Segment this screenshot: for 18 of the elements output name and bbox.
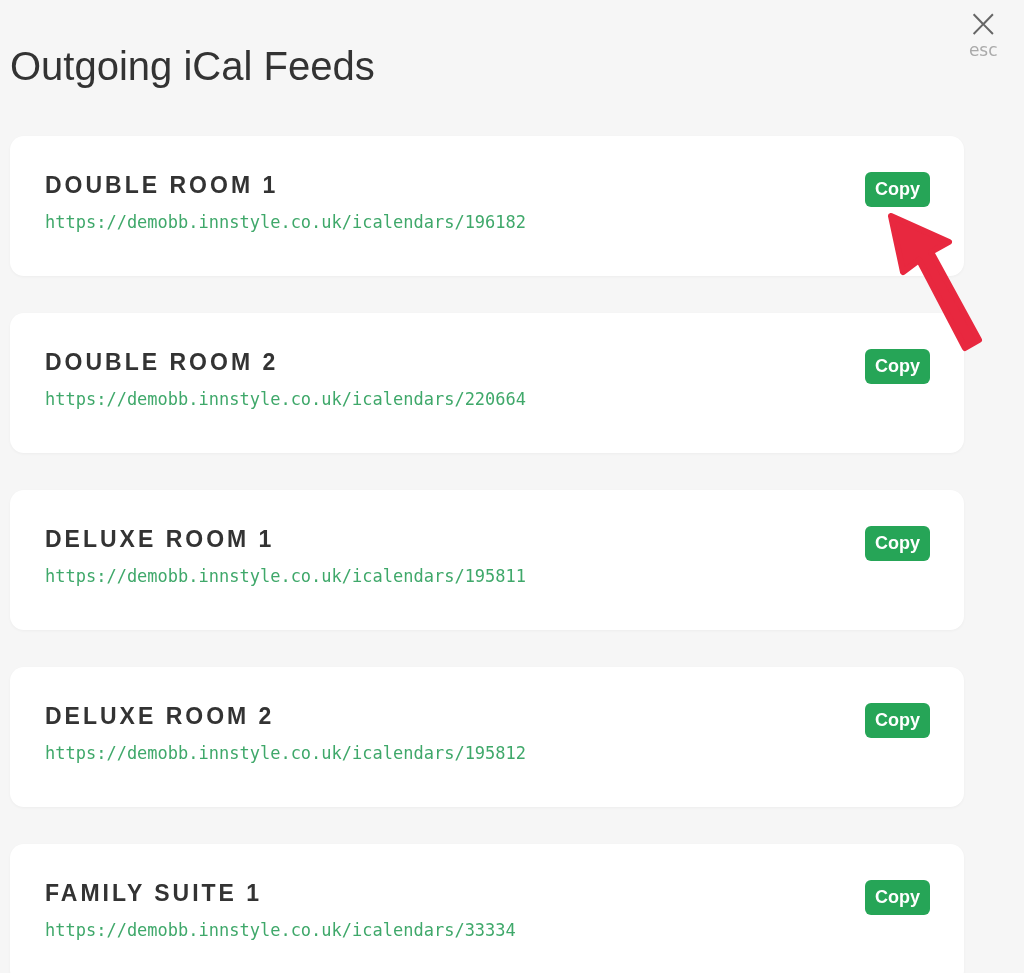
feed-url: https://demobb.innstyle.co.uk/icalendars/196182 xyxy=(45,212,527,232)
feed-url: https://demobb.innstyle.co.uk/icalendars/195812 xyxy=(45,743,527,763)
feed-url: https://demobb.innstyle.co.uk/icalendars/220664 xyxy=(45,389,527,409)
feed-name: DOUBLE ROOM 2 xyxy=(45,348,280,377)
feed-name: FAMILY SUITE 1 xyxy=(45,879,264,908)
close-button[interactable]: × xyxy=(966,6,1000,40)
feed-url: https://demobb.innstyle.co.uk/icalendars/195811 xyxy=(45,566,527,586)
copy-button[interactable]: Copy xyxy=(865,526,930,561)
esc-hint: esc xyxy=(968,40,998,60)
feed-name: DELUXE ROOM 1 xyxy=(45,525,276,554)
feed-name: DELUXE ROOM 2 xyxy=(45,702,276,731)
copy-button[interactable]: Copy xyxy=(865,880,930,915)
copy-button[interactable]: Copy xyxy=(865,172,930,207)
feed-url: https://demobb.innstyle.co.uk/icalendars/33334 xyxy=(45,920,516,940)
dialog-title: Outgoing iCal Feeds xyxy=(10,43,376,90)
feed-name: DOUBLE ROOM 1 xyxy=(45,171,280,200)
copy-button[interactable]: Copy xyxy=(865,349,930,384)
copy-button[interactable]: Copy xyxy=(865,703,930,738)
